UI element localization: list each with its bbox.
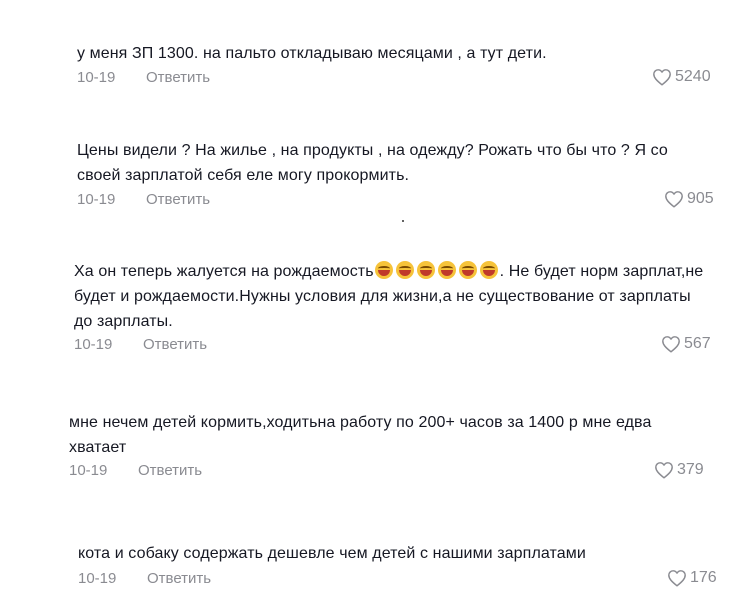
reply-button[interactable]: Ответить — [146, 69, 210, 86]
laughing-crying-emoji-icon — [375, 261, 394, 279]
comment-text-part: . Не будет норм зарплат,не — [499, 263, 704, 280]
comment-meta: 10-19 Ответить 905 — [77, 190, 717, 213]
reply-button[interactable]: Ответить — [143, 336, 207, 353]
comment-text: мне нечем детей кормить,ходитьна работу … — [69, 410, 719, 460]
comment-text: Ха он теперь жалуется на рождаемость . Не… — [74, 259, 729, 334]
like-button[interactable]: 5240 — [652, 68, 711, 86]
comment-text: кота и собаку содержать дешевле чем дете… — [78, 545, 586, 562]
comment-date: 10-19 — [77, 191, 116, 208]
comment-text-part: Ха он теперь жалуется на рождаемость — [74, 263, 374, 280]
laughing-crying-emoji-icon — [459, 261, 478, 279]
comment-meta: 10-19 Ответить 176 — [78, 569, 718, 592]
comment-meta: 10-19 Ответить 5240 — [77, 68, 717, 91]
laughing-crying-emoji-icon — [438, 261, 457, 279]
like-count: 905 — [687, 190, 714, 207]
comment-text-line: своей зарплатой себя еле могу прокормить… — [77, 167, 410, 184]
comment-text-line: будет и рождаемости.Нужны условия для жи… — [74, 288, 691, 305]
heart-outline-icon — [655, 462, 673, 479]
heart-outline-icon — [668, 570, 686, 587]
like-button[interactable]: 176 — [667, 569, 717, 587]
comment-1: у меня ЗП 1300. на пальто откладываю мес… — [77, 41, 727, 86]
like-button[interactable]: 905 — [664, 190, 714, 208]
comment-text-line: до зарплаты. — [74, 313, 173, 330]
emoji-group — [374, 261, 500, 280]
comment-date: 10-19 — [74, 336, 113, 353]
comment-date: 10-19 — [69, 462, 108, 479]
comment-text-line: мне нечем детей кормить,ходитьна работу … — [69, 414, 652, 431]
laughing-crying-emoji-icon — [417, 261, 436, 279]
like-count: 379 — [677, 461, 704, 478]
like-count: 5240 — [675, 68, 711, 85]
like-button[interactable]: 567 — [661, 335, 711, 353]
laughing-crying-emoji-icon — [396, 261, 415, 279]
comment-meta: 10-19 Ответить 567 — [74, 335, 719, 358]
like-count: 176 — [690, 569, 717, 586]
heart-outline-icon — [653, 69, 671, 86]
comment-3: Ха он теперь жалуется на рождаемость . Не… — [74, 259, 729, 353]
reply-button[interactable]: Ответить — [147, 570, 211, 587]
reply-button[interactable]: Ответить — [138, 462, 202, 479]
laughing-crying-emoji-icon — [480, 261, 499, 279]
like-button[interactable]: 379 — [654, 461, 704, 479]
comment-4: мне нечем детей кормить,ходитьна работу … — [69, 410, 719, 479]
heart-outline-icon — [665, 191, 683, 208]
comment-text: у меня ЗП 1300. на пальто откладываю мес… — [77, 45, 547, 62]
comment-text-line: хватает — [69, 439, 127, 456]
comment-5: кота и собаку содержать дешевле чем дете… — [78, 541, 728, 587]
comment-text: Цены видели ? На жилье , на продукты , н… — [77, 138, 727, 188]
reply-button[interactable]: Ответить — [146, 191, 210, 208]
comment-text-line: Цены видели ? На жилье , на продукты , н… — [77, 142, 668, 159]
comment-date: 10-19 — [77, 69, 116, 86]
comment-2: Цены видели ? На жилье , на продукты , н… — [77, 138, 727, 208]
stray-dot — [402, 220, 404, 222]
comment-date: 10-19 — [78, 570, 117, 587]
comment-meta: 10-19 Ответить 379 — [69, 461, 714, 484]
like-count: 567 — [684, 335, 711, 352]
heart-outline-icon — [662, 336, 680, 353]
